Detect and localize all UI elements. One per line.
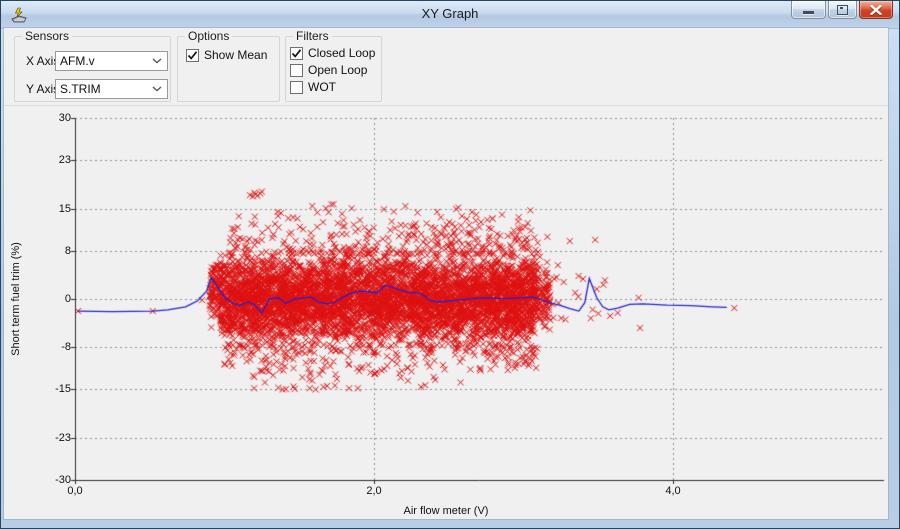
x-tick-label: 4,0 bbox=[665, 485, 681, 497]
checkbox-label: WOT bbox=[308, 80, 336, 94]
y-tick-label: 15 bbox=[58, 202, 71, 215]
x-axis-select[interactable]: AFM.v bbox=[55, 51, 168, 71]
filters-group: Filters Closed Loop Open Loop WOT bbox=[285, 29, 382, 102]
y-axis-title: Short term fuel trim (%) bbox=[10, 242, 22, 356]
title-bar[interactable]: XY Graph bbox=[1, 1, 899, 29]
y-tick-label: 30 bbox=[58, 112, 71, 124]
xy-graph-window: XY Graph Sensors X Axis AFM.v Y Axis S.T… bbox=[0, 0, 900, 529]
checkbox-label: Open Loop bbox=[308, 63, 368, 77]
maximize-icon bbox=[837, 4, 848, 15]
filters-group-title: Filters bbox=[293, 29, 332, 43]
y-tick-label: -23 bbox=[55, 431, 71, 444]
xy-plot: Air flow meter (V) Short term fuel trim … bbox=[4, 106, 888, 519]
checkbox-box bbox=[290, 80, 303, 94]
y-tick-label: 8 bbox=[64, 244, 71, 257]
checkbox-box bbox=[290, 46, 303, 60]
close-button[interactable] bbox=[859, 1, 893, 19]
x-tick-label: 0,0 bbox=[67, 485, 83, 497]
checkbox-show-mean[interactable]: Show Mean bbox=[186, 48, 267, 62]
checkbox-label: Show Mean bbox=[204, 48, 268, 62]
close-icon bbox=[870, 4, 882, 15]
y-axis-selected-value: S.TRIM bbox=[60, 82, 101, 96]
chevron-down-icon bbox=[152, 58, 162, 64]
xy-plot-canvas bbox=[4, 106, 888, 519]
y-tick-label: 0 bbox=[64, 293, 71, 305]
checkbox-closed-loop[interactable]: Closed Loop bbox=[290, 46, 375, 60]
minimize-icon bbox=[803, 10, 814, 14]
window-title: XY Graph bbox=[421, 6, 479, 21]
client-area: Sensors X Axis AFM.v Y Axis S.TRIM Optio… bbox=[4, 28, 888, 519]
checkbox-label: Closed Loop bbox=[308, 46, 376, 60]
y-tick-label: -15 bbox=[55, 383, 71, 396]
x-axis-selected-value: AFM.v bbox=[60, 54, 95, 68]
options-group: Options Show Mean bbox=[177, 29, 280, 102]
sensors-group: Sensors X Axis AFM.v Y Axis S.TRIM bbox=[14, 29, 171, 102]
checkbox-wot[interactable]: WOT bbox=[290, 80, 336, 94]
y-tick-label: -8 bbox=[61, 341, 71, 354]
x-tick-label: 2,0 bbox=[366, 485, 382, 497]
y-tick-label: 23 bbox=[58, 154, 71, 167]
checkbox-open-loop[interactable]: Open Loop bbox=[290, 63, 367, 77]
sensors-group-title: Sensors bbox=[22, 29, 73, 43]
check-icon bbox=[187, 50, 198, 60]
check-icon bbox=[291, 48, 302, 58]
chevron-down-icon bbox=[152, 86, 162, 92]
checkbox-box bbox=[186, 48, 199, 62]
y-axis-select[interactable]: S.TRIM bbox=[55, 79, 168, 99]
checkbox-box bbox=[290, 63, 303, 77]
minimize-button[interactable] bbox=[791, 1, 826, 19]
maximize-button[interactable] bbox=[828, 1, 857, 19]
options-group-title: Options bbox=[185, 29, 233, 43]
x-axis-title: Air flow meter (V) bbox=[403, 505, 489, 517]
